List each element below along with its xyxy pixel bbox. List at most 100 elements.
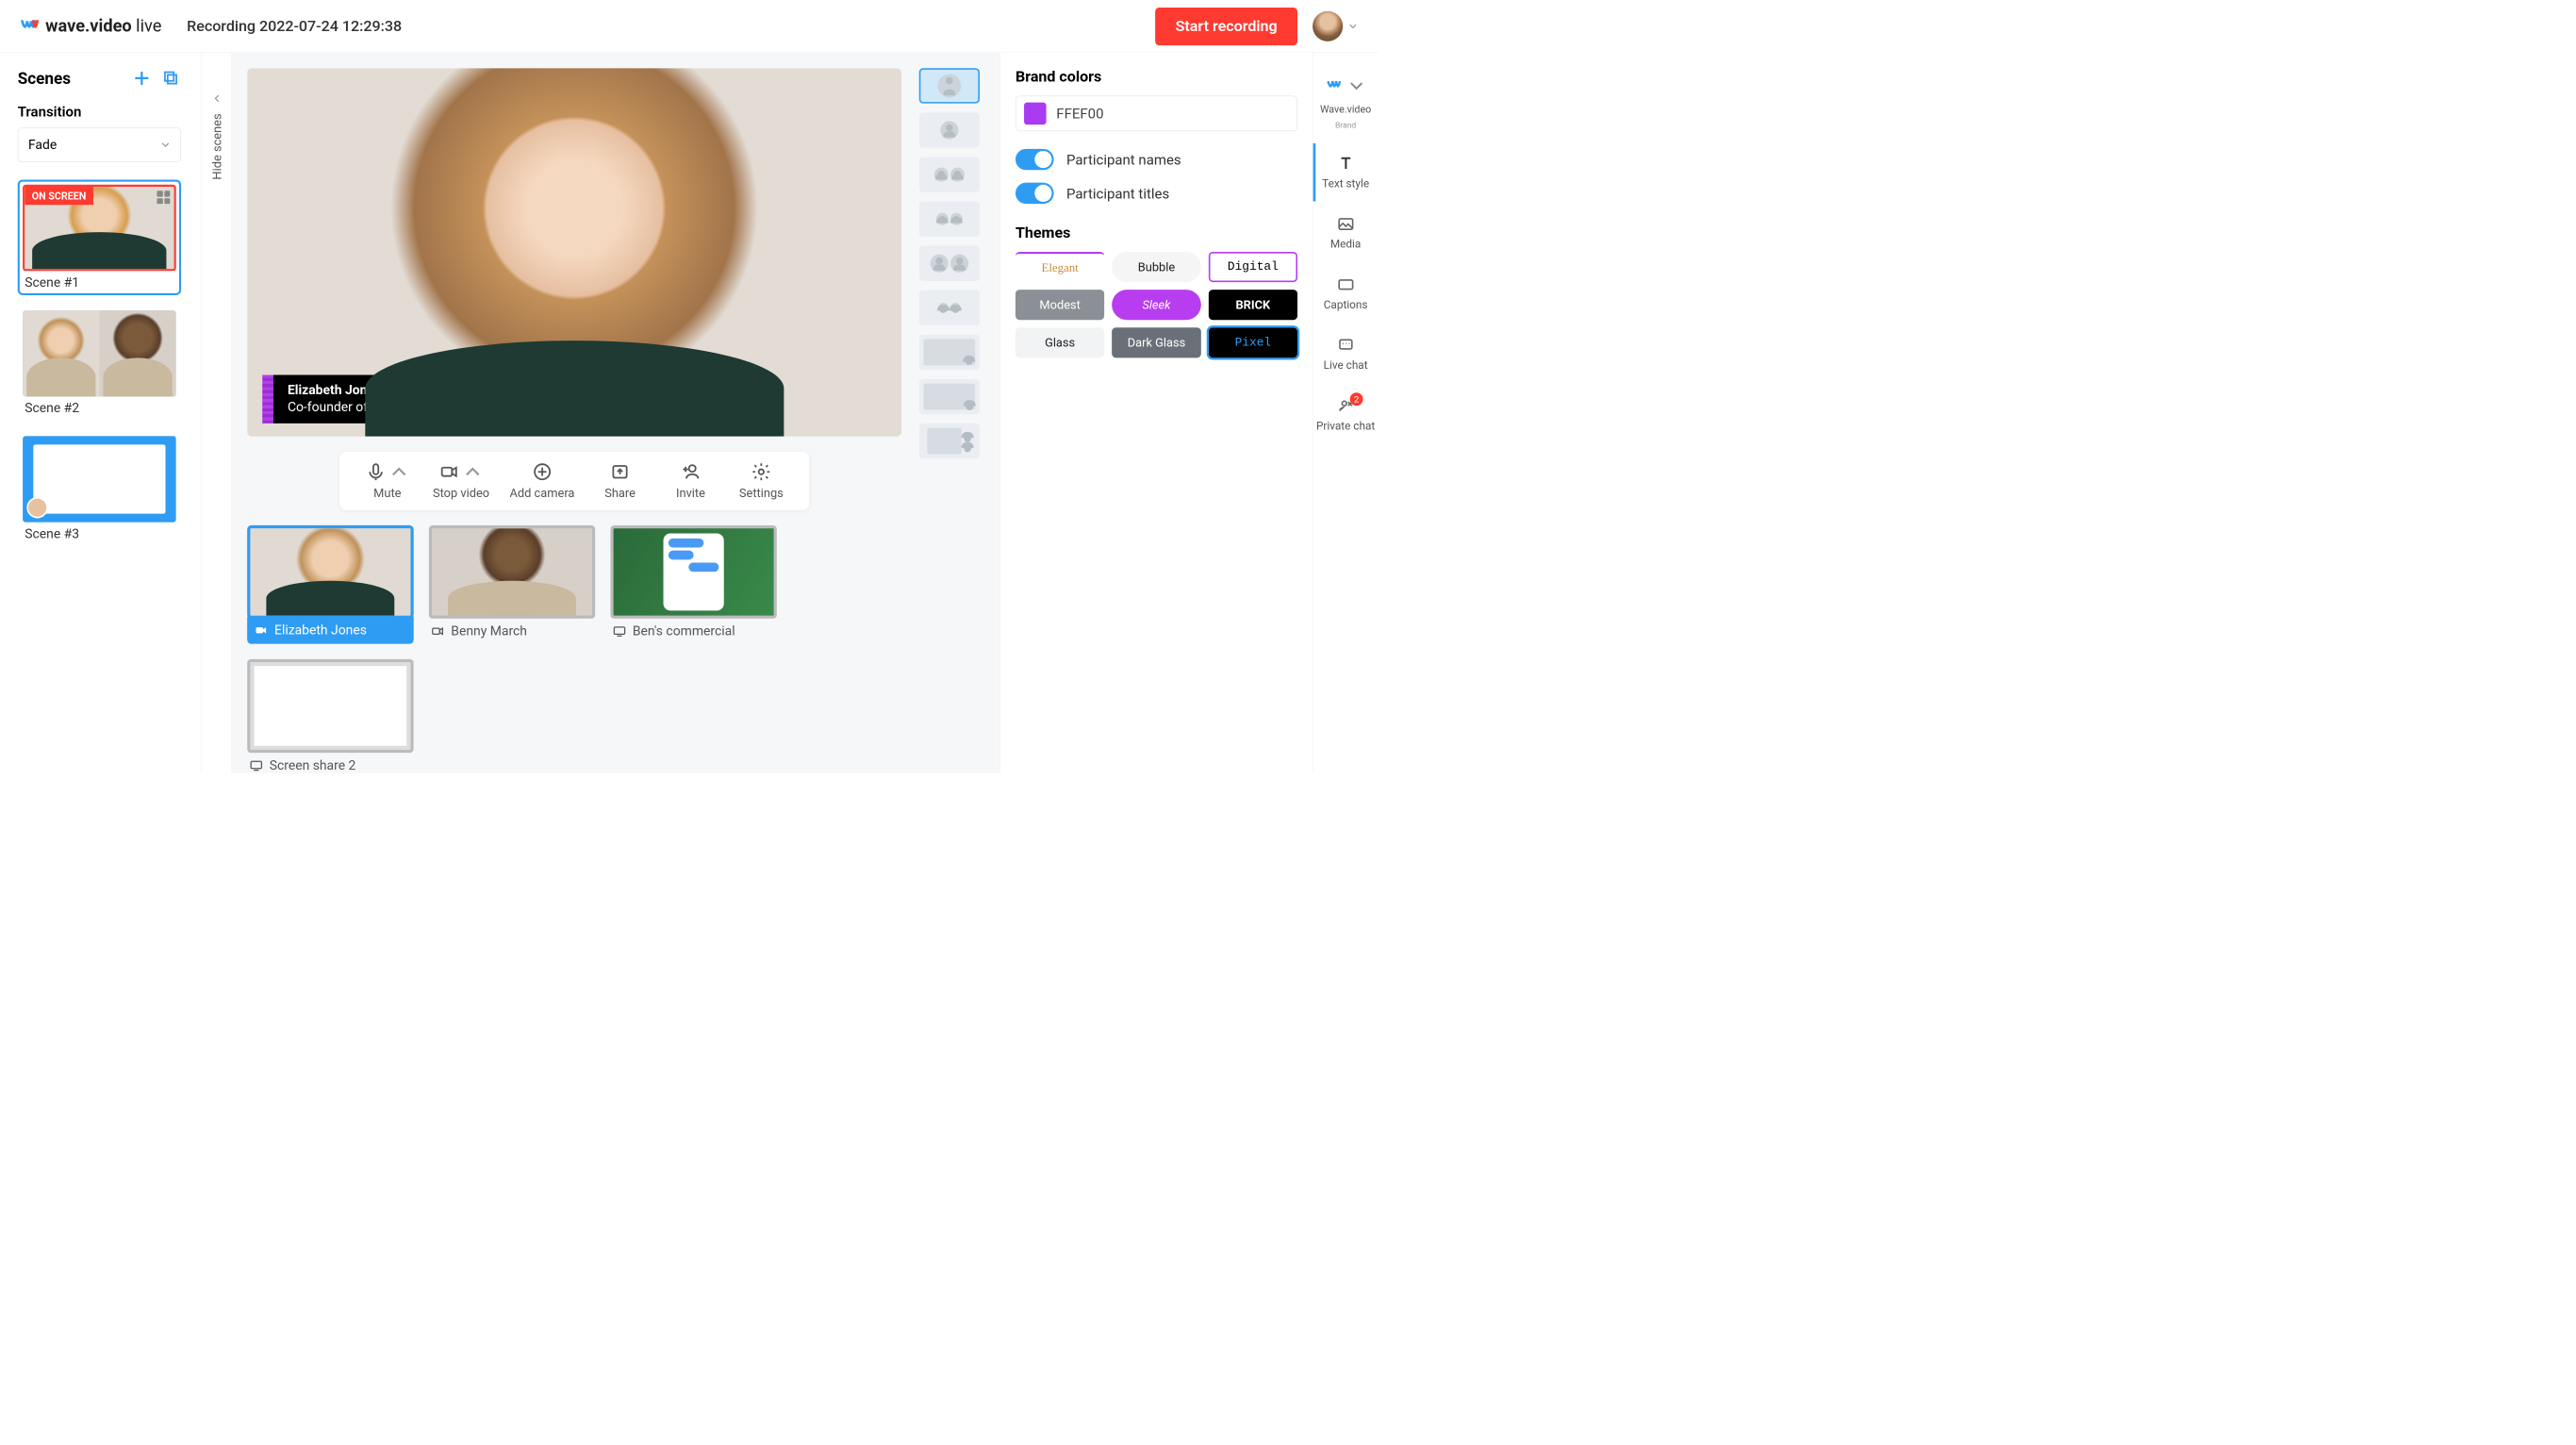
scene-card-1[interactable]: ON SCREEN Scene #1 — [18, 179, 181, 295]
hide-scenes-toggle[interactable]: Hide scenes — [202, 53, 232, 772]
theme-bubble[interactable]: Bubble — [1112, 252, 1200, 282]
logo-text: wave.video live — [45, 16, 161, 36]
share-screen-icon — [610, 461, 630, 481]
participant-title: Co-founder of Quick Solutions — [288, 399, 462, 416]
invite-button[interactable]: Invite — [666, 461, 717, 500]
logo[interactable]: wave.video live — [20, 16, 161, 36]
main-stage-area: Elizabeth Jones Co-founder of Quick Solu… — [232, 53, 999, 772]
scenes-panel: Scenes Transition Fade ON SCREEN Scene #… — [0, 53, 202, 772]
source-thumbnail — [247, 525, 414, 619]
notification-badge: 2 — [1350, 392, 1363, 406]
transition-selected: Fade — [28, 138, 57, 153]
screen-icon — [249, 758, 263, 772]
color-input[interactable]: FFEF00 — [1016, 96, 1297, 131]
source-item-1[interactable]: Elizabeth Jones — [247, 525, 414, 644]
text-icon — [1336, 155, 1354, 173]
settings-button[interactable]: Settings — [736, 461, 787, 500]
stage-controls: Mute Stop video Add camera Share Invite — [339, 452, 809, 510]
chevron-left-icon — [211, 93, 222, 104]
rail-captions[interactable]: Captions — [1313, 264, 1379, 323]
color-value: FFEF00 — [1056, 106, 1103, 123]
microphone-icon — [366, 461, 386, 481]
hide-scenes-label: Hide scenes — [209, 113, 223, 179]
chevron-up-icon — [388, 461, 408, 481]
layout-full[interactable] — [919, 112, 980, 147]
user-avatar — [1313, 11, 1343, 42]
scene-thumbnail — [23, 310, 176, 396]
source-item-2[interactable]: Benny March — [429, 525, 596, 644]
layout-two-h[interactable] — [919, 157, 980, 191]
add-scene-button[interactable] — [132, 68, 152, 88]
gear-icon — [751, 461, 771, 481]
scene-label: Scene #2 — [23, 397, 176, 416]
brand-colors-title: Brand colors — [1016, 68, 1297, 86]
transition-select[interactable]: Fade — [18, 127, 181, 161]
scenes-title: Scenes — [18, 69, 71, 88]
scene-card-2[interactable]: Scene #2 — [18, 306, 181, 422]
screen-icon — [612, 624, 626, 639]
mute-button[interactable]: Mute — [362, 461, 413, 500]
plus-circle-icon — [532, 461, 552, 481]
source-label: Screen share 2 — [270, 757, 356, 772]
source-label: Ben's commercial — [633, 623, 735, 639]
wave-logo-icon — [20, 16, 40, 36]
captions-icon — [1336, 275, 1354, 293]
toggle-label: Participant titles — [1066, 185, 1169, 202]
themes-grid: Elegant Bubble Digital Modest Sleek BRICK Glas… — [1016, 252, 1297, 357]
scene-card-3[interactable]: Scene #3 — [18, 431, 181, 547]
rail-text-style[interactable]: Text style — [1313, 143, 1379, 202]
theme-modest[interactable]: Modest — [1016, 290, 1104, 320]
toggle-participant-names[interactable] — [1016, 149, 1054, 170]
on-screen-badge: ON SCREEN — [25, 187, 93, 205]
scene-label: Scene #3 — [23, 523, 176, 541]
properties-panel: Brand colors FFEF00 Participant names Pa… — [999, 53, 1313, 772]
chevron-down-icon — [1348, 21, 1359, 31]
chat-icon — [1336, 336, 1354, 354]
layout-two-v[interactable] — [919, 201, 980, 236]
stop-video-button[interactable]: Stop video — [433, 461, 489, 500]
live-stage: Elizabeth Jones Co-founder of Quick Solu… — [247, 68, 901, 436]
chevron-down-icon — [160, 140, 171, 150]
layout-screen-two[interactable] — [919, 424, 980, 458]
wave-icon — [1326, 76, 1344, 94]
user-menu[interactable] — [1313, 11, 1358, 42]
source-thumbnail — [247, 659, 414, 753]
scene-thumbnail — [23, 436, 176, 522]
camera-icon — [431, 624, 445, 639]
add-camera-button[interactable]: Add camera — [510, 461, 575, 500]
layout-screen-side[interactable] — [919, 379, 980, 414]
theme-elegant[interactable]: Elegant — [1016, 252, 1104, 282]
participant-name: Elizabeth Jones — [288, 382, 462, 399]
rail-media[interactable]: Media — [1313, 204, 1379, 262]
nav-rail: Wave.video Brand Text style Media Captio… — [1313, 53, 1379, 772]
source-label: Elizabeth Jones — [274, 623, 367, 638]
layout-single[interactable] — [919, 68, 980, 103]
theme-pixel[interactable]: Pixel — [1209, 327, 1297, 357]
drag-handle-icon[interactable] — [157, 191, 170, 204]
themes-title: Themes — [1016, 224, 1297, 242]
layout-strip[interactable] — [919, 291, 980, 325]
image-icon — [1336, 215, 1354, 233]
layout-circle[interactable] — [919, 246, 980, 281]
source-item-4[interactable]: Screen share 2 — [247, 659, 414, 773]
share-button[interactable]: Share — [595, 461, 646, 500]
layout-screen-pip[interactable] — [919, 335, 980, 370]
recording-title: Recording 2022-07-24 12:29:38 — [187, 17, 402, 35]
theme-digital[interactable]: Digital — [1209, 252, 1297, 282]
invite-icon — [681, 461, 701, 481]
lower-third: Elizabeth Jones Co-founder of Quick Solu… — [262, 374, 487, 423]
rail-live-chat[interactable]: Live chat — [1313, 325, 1379, 384]
scene-thumbnail: ON SCREEN — [23, 185, 176, 271]
theme-brick[interactable]: BRICK — [1209, 290, 1297, 320]
theme-glass[interactable]: Glass — [1016, 327, 1104, 357]
chevron-up-icon — [463, 461, 483, 481]
theme-sleek[interactable]: Sleek — [1112, 290, 1200, 320]
rail-private-chat[interactable]: Private chat 2 — [1313, 386, 1379, 444]
start-recording-button[interactable]: Start recording — [1155, 8, 1297, 45]
source-item-3[interactable]: Ben's commercial — [610, 525, 777, 644]
theme-dark-glass[interactable]: Dark Glass — [1112, 327, 1200, 357]
toggle-participant-titles[interactable] — [1016, 183, 1054, 204]
duplicate-scene-button[interactable] — [161, 68, 181, 88]
source-thumbnail — [429, 525, 596, 619]
rail-brand[interactable]: Wave.video Brand — [1313, 66, 1379, 141]
